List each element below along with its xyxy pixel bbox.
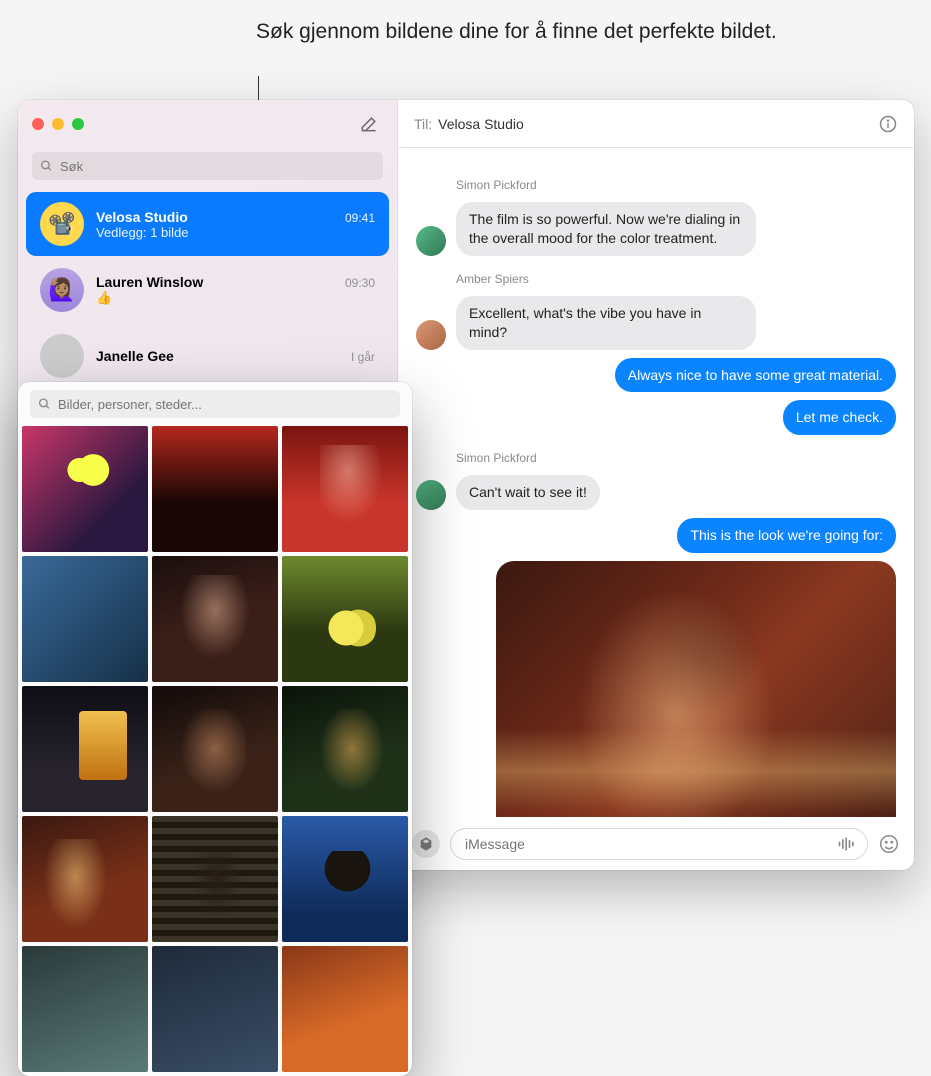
photo-thumbnail[interactable] — [152, 426, 278, 552]
conversation-item[interactable]: Janelle Gee I går — [26, 324, 389, 388]
sender-label: Simon Pickford — [456, 451, 896, 465]
sender-label: Simon Pickford — [456, 178, 896, 192]
titlebar — [18, 100, 397, 148]
message-image-attachment[interactable] — [496, 561, 896, 817]
search-icon — [38, 398, 51, 411]
message-row: Excellent, what's the vibe you have in m… — [416, 296, 896, 350]
avatar — [40, 334, 84, 378]
message-bubble-outgoing: This is the look we're going for: — [677, 518, 896, 553]
apps-button[interactable] — [412, 830, 440, 858]
recipient-name[interactable]: Velosa Studio — [438, 116, 524, 132]
conversation-header: Til: Velosa Studio — [398, 100, 914, 148]
photo-grid — [18, 426, 412, 1072]
details-button[interactable] — [878, 114, 898, 134]
minimize-window-button[interactable] — [52, 118, 64, 130]
avatar: 🙋🏽‍♀️ — [40, 268, 84, 312]
message-row: This is the look we're going for: — [416, 518, 896, 553]
compose-icon — [359, 114, 379, 134]
conversation-name: Velosa Studio — [96, 209, 188, 225]
info-icon — [878, 114, 898, 134]
message-input[interactable] — [465, 836, 827, 852]
apps-icon — [418, 836, 434, 852]
photo-thumbnail[interactable] — [152, 946, 278, 1072]
message-bubble-outgoing: Always nice to have some great material. — [615, 358, 896, 393]
emoji-icon — [878, 833, 900, 855]
avatar — [416, 320, 446, 350]
conversation-time: 09:41 — [345, 211, 375, 225]
conversation-preview: 👍 — [96, 290, 375, 306]
photo-thumbnail[interactable] — [282, 946, 408, 1072]
photo-thumbnail[interactable] — [282, 426, 408, 552]
composer — [398, 817, 914, 870]
avatar — [416, 480, 446, 510]
window-controls — [32, 118, 84, 130]
conversation-time: 09:30 — [345, 276, 375, 290]
main-pane: Til: Velosa Studio Simon Pickford The fi… — [398, 100, 914, 870]
emoji-button[interactable] — [878, 833, 900, 855]
message-bubble-outgoing: Let me check. — [783, 400, 896, 435]
conversation-name: Lauren Winslow — [96, 274, 203, 290]
photo-thumbnail[interactable] — [152, 556, 278, 682]
photo-picker-search-input[interactable] — [30, 390, 400, 418]
message-row: Let me check. — [416, 400, 896, 435]
sidebar-search[interactable] — [32, 152, 383, 180]
photo-thumbnail[interactable] — [282, 556, 408, 682]
message-thread[interactable]: Simon Pickford The film is so powerful. … — [398, 148, 914, 817]
search-icon — [40, 160, 53, 173]
message-bubble-incoming: The film is so powerful. Now we're diali… — [456, 202, 756, 256]
photo-thumbnail[interactable] — [282, 686, 408, 812]
photo-thumbnail[interactable] — [152, 686, 278, 812]
conversation-preview: Vedlegg: 1 bilde — [96, 225, 375, 240]
help-annotation: Søk gjennom bildene dine for å finne det… — [256, 18, 777, 46]
conversation-name: Janelle Gee — [96, 348, 174, 364]
conversation-time: I går — [351, 350, 375, 364]
close-window-button[interactable] — [32, 118, 44, 130]
photo-picker-search[interactable] — [30, 390, 400, 418]
fullscreen-window-button[interactable] — [72, 118, 84, 130]
photo-thumbnail[interactable] — [152, 816, 278, 942]
photo-thumbnail[interactable] — [22, 556, 148, 682]
photo-thumbnail[interactable] — [22, 686, 148, 812]
conversation-item[interactable]: 🙋🏽‍♀️ Lauren Winslow 09:30 👍 — [26, 258, 389, 322]
photo-thumbnail[interactable] — [22, 816, 148, 942]
message-row: Can't wait to see it! — [416, 475, 896, 510]
conversation-item[interactable]: 📽️ Velosa Studio 09:41 Vedlegg: 1 bilde — [26, 192, 389, 256]
compose-button[interactable] — [355, 110, 383, 138]
message-input-container[interactable] — [450, 828, 868, 860]
message-bubble-incoming: Can't wait to see it! — [456, 475, 600, 510]
to-label: Til: — [414, 116, 432, 132]
message-bubble-incoming: Excellent, what's the vibe you have in m… — [456, 296, 756, 350]
sidebar-search-input[interactable] — [32, 152, 383, 180]
photo-thumbnail[interactable] — [282, 816, 408, 942]
waveform-icon — [837, 836, 857, 852]
message-row — [416, 561, 896, 817]
audio-message-button[interactable] — [837, 836, 857, 852]
photo-picker-panel — [18, 382, 412, 1076]
message-row: Always nice to have some great material. — [416, 358, 896, 393]
sender-label: Amber Spiers — [456, 272, 896, 286]
avatar — [416, 226, 446, 256]
avatar: 📽️ — [40, 202, 84, 246]
message-row: The film is so powerful. Now we're diali… — [416, 202, 896, 256]
photo-thumbnail[interactable] — [22, 946, 148, 1072]
photo-thumbnail[interactable] — [22, 426, 148, 552]
